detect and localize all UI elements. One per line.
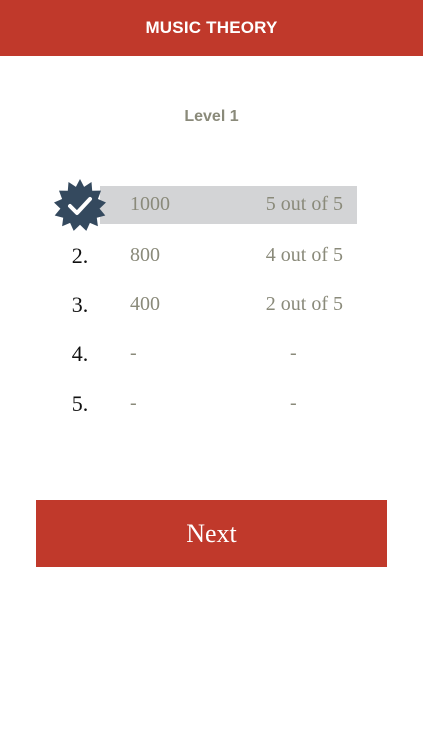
score-row-3: 3. 400 2 out of 5 xyxy=(60,286,357,324)
check-badge-icon xyxy=(54,179,106,231)
score-row-4: 4. - - xyxy=(60,335,357,373)
score-result: - xyxy=(290,342,297,364)
score-points: 800 xyxy=(130,244,160,266)
score-rank: 5. xyxy=(71,391,89,416)
score-points: 1000 xyxy=(130,193,170,215)
app-title: MUSIC THEORY xyxy=(145,18,278,37)
score-result: - xyxy=(290,392,297,414)
score-rank: 2. xyxy=(71,243,89,268)
score-result: 5 out of 5 xyxy=(265,193,343,215)
score-points: - xyxy=(130,342,137,364)
score-result: 4 out of 5 xyxy=(265,244,343,266)
score-row-1: 1000 5 out of 5 xyxy=(54,179,357,231)
score-points: 400 xyxy=(130,293,160,315)
score-rank: 3. xyxy=(71,292,89,317)
score-rank: 4. xyxy=(71,341,89,366)
score-row-5: 5. - - xyxy=(60,385,357,423)
score-row-2: 2. 800 4 out of 5 xyxy=(60,237,357,275)
next-button[interactable]: Next xyxy=(36,500,387,567)
score-result: 2 out of 5 xyxy=(265,293,343,315)
score-points: - xyxy=(130,392,137,414)
app-screen: MUSIC THEORY Level 1 1000 5 out of 5 2. … xyxy=(0,0,423,750)
top-bar: MUSIC THEORY xyxy=(0,0,423,56)
level-title: Level 1 xyxy=(184,108,239,125)
